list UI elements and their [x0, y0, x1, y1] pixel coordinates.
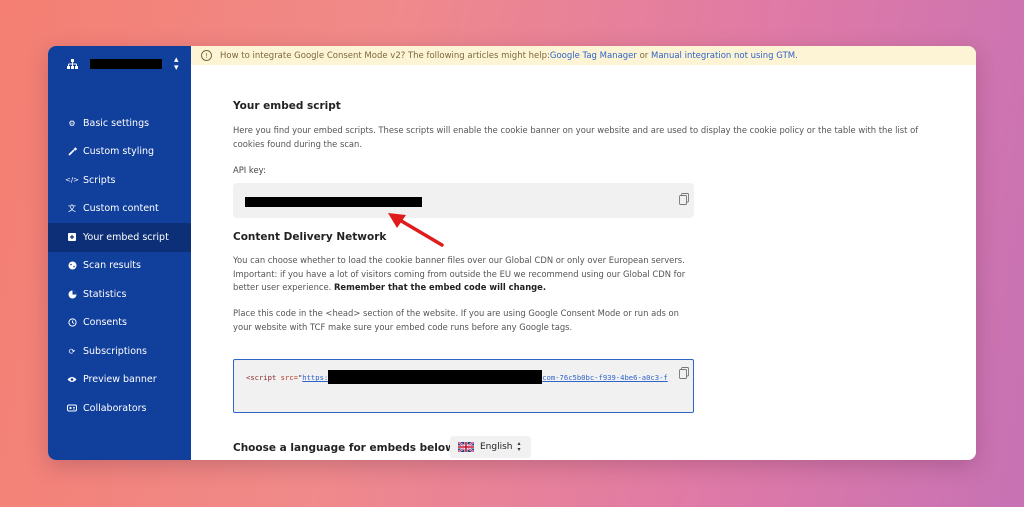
- info-banner: ! How to integrate Google Consent Mode v…: [191, 46, 976, 65]
- sidebar-item-collaborators[interactable]: Collaborators: [48, 394, 191, 423]
- pie-chart-icon: [67, 289, 77, 299]
- sidebar-item-label: Subscriptions: [83, 345, 147, 357]
- sidebar-item-consents[interactable]: Consents: [48, 309, 191, 338]
- annotation-arrow: [388, 213, 444, 247]
- sidebar-item-label: Consents: [83, 317, 127, 329]
- place-code-description: Place this code in the <head> section of…: [233, 308, 679, 332]
- code-attr: src=: [276, 373, 298, 382]
- language-select[interactable]: English ▴ ▾: [450, 436, 531, 458]
- language-value: English: [480, 442, 513, 452]
- sidebar-item-label: Statistics: [83, 288, 127, 300]
- sidebar-item-preview-banner[interactable]: Preview banner: [48, 366, 191, 395]
- sidebar-item-label: Your embed script: [83, 231, 169, 243]
- sidebar-item-label: Scan results: [83, 260, 141, 272]
- history-icon: [67, 318, 77, 328]
- organization-name-redacted: [90, 59, 162, 69]
- banner-text-or: or: [636, 50, 652, 61]
- main-content: ! How to integrate Google Consent Mode v…: [191, 46, 976, 460]
- sidebar-item-custom-content[interactable]: 文 Custom content: [48, 195, 191, 224]
- google-tag-manager-link[interactable]: Google Tag Manager: [550, 51, 637, 61]
- banner-text: How to integrate Google Consent Mode v2?…: [220, 50, 550, 61]
- chevron-updown-icon: ▴ ▾: [174, 55, 179, 73]
- api-key-field[interactable]: [233, 183, 694, 218]
- users-icon: [67, 403, 77, 413]
- cdn-description: You can choose whether to load the cooki…: [233, 254, 693, 295]
- eye-icon: [67, 375, 77, 385]
- translate-icon: 文: [68, 204, 76, 214]
- code-url-end: com-76c5b0bc-f939-4be6-a0c3-f: [542, 373, 668, 382]
- uk-flag-icon: [457, 441, 475, 453]
- organization-switcher[interactable]: ▴ ▾: [66, 54, 188, 74]
- copy-icon[interactable]: [679, 190, 689, 205]
- sidebar-item-scan-results[interactable]: Scan results: [48, 252, 191, 281]
- gear-icon: ⚙: [68, 118, 76, 128]
- embed-code-line: <script src="https: com-76c5b0bc-f939-4be…: [246, 370, 668, 384]
- embed-code-field[interactable]: <script src="https: com-76c5b0bc-f939-4be…: [233, 359, 694, 413]
- sidebar-item-label: Collaborators: [83, 402, 147, 414]
- sidebar-item-custom-styling[interactable]: Custom styling: [48, 138, 191, 167]
- warning-icon: !: [201, 50, 212, 61]
- sidebar-item-label: Custom content: [83, 203, 159, 215]
- code-icon: </>: [64, 176, 80, 185]
- sidebar-item-statistics[interactable]: Statistics: [48, 280, 191, 309]
- cdn-description-bold: Remember that the embed code will change…: [333, 282, 547, 292]
- embed-icon: [67, 232, 77, 242]
- sitemap-icon: [66, 58, 78, 70]
- cdn-title: Content Delivery Network: [233, 231, 387, 243]
- refresh-icon: ⟳: [68, 346, 76, 356]
- manual-integration-link[interactable]: Manual integration not using GTM.: [651, 51, 798, 61]
- sidebar-item-scripts[interactable]: </> Scripts: [48, 166, 191, 195]
- sidebar-item-label: Scripts: [83, 174, 116, 186]
- brush-icon: [67, 147, 77, 157]
- sidebar-item-label: Custom styling: [83, 146, 155, 158]
- code-url-redacted: [328, 370, 543, 384]
- api-key-label: API key:: [233, 165, 266, 175]
- app-window: ▴ ▾ ⚙ Basic settings Custom styling </> S…: [48, 46, 976, 460]
- chevron-updown-icon: ▴ ▾: [517, 440, 521, 453]
- code-tag: <script: [246, 373, 277, 382]
- sidebar-nav: ⚙ Basic settings Custom styling </> Scri…: [48, 109, 191, 423]
- copy-code-icon[interactable]: [679, 364, 689, 379]
- sidebar-item-label: Preview banner: [83, 374, 157, 386]
- embed-script-title: Your embed script: [233, 100, 341, 112]
- language-label: Choose a language for embeds below:: [233, 442, 459, 454]
- code-url-start: https:: [302, 373, 329, 382]
- sidebar-item-label: Basic settings: [83, 117, 150, 129]
- scan-icon: [67, 261, 77, 271]
- embed-script-description: Here you find your embed scripts. These …: [233, 125, 919, 149]
- sidebar-item-basic-settings[interactable]: ⚙ Basic settings: [48, 109, 191, 138]
- sidebar-item-subscriptions[interactable]: ⟳ Subscriptions: [48, 337, 191, 366]
- sidebar: ▴ ▾ ⚙ Basic settings Custom styling </> S…: [48, 46, 191, 460]
- sidebar-item-your-embed-script[interactable]: Your embed script: [48, 223, 191, 252]
